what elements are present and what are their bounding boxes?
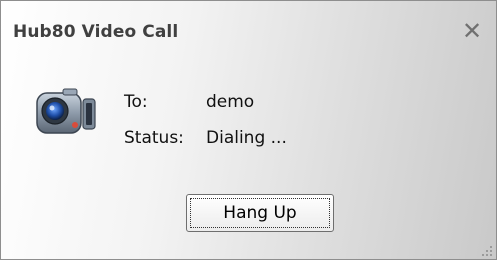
dialog-title: Hub80 Video Call	[13, 22, 179, 42]
video-camera-icon	[31, 81, 103, 145]
status-value: Dialing ...	[206, 128, 287, 148]
close-button[interactable]: ✕	[456, 15, 488, 47]
hang-up-button[interactable]: Hang Up	[186, 194, 334, 232]
close-icon: ✕	[461, 17, 483, 45]
hang-up-label: Hang Up	[190, 198, 330, 228]
resize-grip-icon[interactable]	[480, 243, 494, 257]
to-label: To:	[124, 92, 148, 112]
video-call-dialog: Hub80 Video Call ✕ To: demo Status: Dial…	[0, 0, 497, 260]
to-value: demo	[206, 92, 255, 112]
status-label: Status:	[124, 128, 184, 148]
